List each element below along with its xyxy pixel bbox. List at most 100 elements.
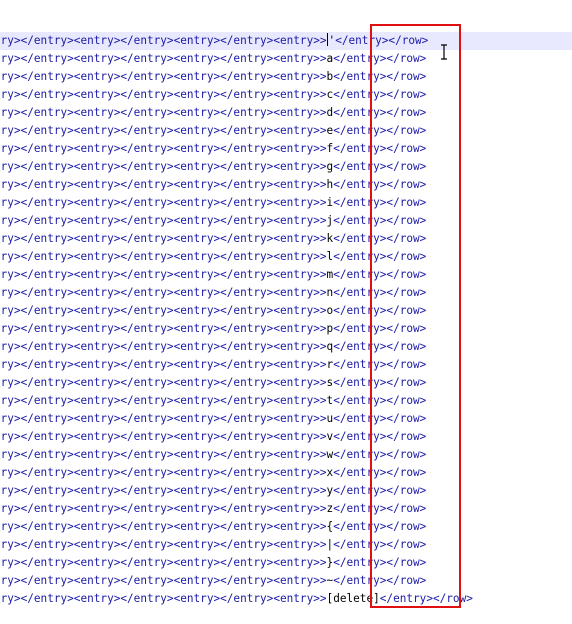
row-close-tag: </row> [386, 448, 427, 461]
entry-close-tag: </entry> [333, 286, 387, 299]
entry-close-tag: </entry> [333, 448, 387, 461]
row-close-tag: </row> [386, 340, 427, 353]
row-close-tag: </row> [386, 232, 427, 245]
entry-close-tag: </entry> [333, 124, 387, 137]
code-line[interactable]: try></entry><entry></entry><entry></entr… [0, 320, 572, 338]
row-close-tag: </row> [386, 124, 427, 137]
row-close-tag: </row> [386, 214, 427, 227]
entry-value[interactable]: [delete] [327, 592, 380, 605]
code-line[interactable]: try></entry><entry></entry><entry></entr… [0, 482, 572, 500]
entry-tags: try></entry><entry></entry><entry></entr… [0, 106, 327, 119]
entry-close-tag: </entry> [333, 538, 387, 551]
code-line[interactable]: try></entry><entry></entry><entry></entr… [0, 446, 572, 464]
entry-close-tag: </entry> [333, 358, 387, 371]
code-line[interactable]: try></entry><entry></entry><entry></entr… [0, 194, 572, 212]
entry-tags: try></entry><entry></entry><entry></entr… [0, 358, 327, 371]
code-line[interactable]: try></entry><entry></entry><entry></entr… [0, 50, 572, 68]
row-close-tag: </row> [386, 106, 427, 119]
entry-close-tag: </entry> [333, 52, 387, 65]
entry-close-tag: </entry> [333, 232, 387, 245]
code-line[interactable]: try></entry><entry></entry><entry></entr… [0, 68, 572, 86]
entry-close-tag: </entry> [333, 214, 387, 227]
code-line[interactable]: try></entry><entry></entry><entry></entr… [0, 122, 572, 140]
entry-tags: try></entry><entry></entry><entry></entr… [0, 430, 327, 443]
code-line[interactable]: try></entry><entry></entry><entry></entr… [0, 140, 572, 158]
entry-close-tag: </entry> [333, 106, 387, 119]
code-line[interactable]: try></entry><entry></entry><entry></entr… [0, 266, 572, 284]
entry-tags: try></entry><entry></entry><entry></entr… [0, 196, 327, 209]
row-close-tag: </row> [386, 412, 427, 425]
row-close-tag: </row> [386, 520, 427, 533]
row-close-tag: </row> [386, 538, 427, 551]
code-line[interactable]: try></entry><entry></entry><entry></entr… [0, 428, 572, 446]
row-close-tag: </row> [386, 322, 427, 335]
code-line[interactable]: try></entry><entry></entry><entry></entr… [0, 464, 572, 482]
entry-close-tag: </entry> [333, 142, 387, 155]
entry-close-tag: </entry> [333, 502, 387, 515]
entry-tags: try></entry><entry></entry><entry></entr… [0, 538, 327, 551]
code-line[interactable]: try></entry><entry></entry><entry></entr… [0, 212, 572, 230]
entry-tags: try></entry><entry></entry><entry></entr… [0, 376, 327, 389]
entry-close-tag: </entry> [333, 466, 387, 479]
entry-close-tag: </entry> [379, 592, 433, 605]
row-close-tag: </row> [386, 556, 427, 569]
entry-close-tag: </entry> [333, 340, 387, 353]
entry-tags: try></entry><entry></entry><entry></entr… [0, 142, 327, 155]
entry-close-tag: </entry> [333, 196, 387, 209]
entry-close-tag: </entry> [333, 430, 387, 443]
entry-close-tag: </entry> [333, 304, 387, 317]
code-line[interactable]: try></entry><entry></entry><entry></entr… [0, 554, 572, 572]
row-close-tag: </row> [386, 502, 427, 515]
entry-tags: try></entry><entry></entry><entry></entr… [0, 160, 327, 173]
row-close-tag: </row> [386, 268, 427, 281]
code-line[interactable]: try></entry><entry></entry><entry></entr… [0, 302, 572, 320]
row-close-tag: </row> [386, 250, 427, 263]
code-line[interactable]: try></entry><entry></entry><entry></entr… [0, 104, 572, 122]
code-line[interactable]: try></entry><entry></entry><entry></entr… [0, 230, 572, 248]
code-line[interactable]: try></entry><entry></entry><entry></entr… [0, 410, 572, 428]
code-line[interactable]: try></entry><entry></entry><entry></entr… [0, 248, 572, 266]
code-line[interactable]: try></entry><entry></entry><entry></entr… [0, 518, 572, 536]
code-line[interactable]: try></entry><entry></entry><entry></entr… [0, 158, 572, 176]
entry-close-tag: </entry> [333, 556, 387, 569]
entry-tags: try></entry><entry></entry><entry></entr… [0, 448, 327, 461]
entry-tags: try></entry><entry></entry><entry></entr… [0, 322, 327, 335]
row-close-tag: </row> [386, 394, 427, 407]
text-caret [326, 33, 328, 46]
code-lines[interactable]: try></entry><entry></entry><entry></entr… [0, 32, 572, 608]
entry-close-tag: </entry> [333, 394, 387, 407]
entry-tags: try></entry><entry></entry><entry></entr… [0, 268, 327, 281]
code-line[interactable]: try></entry><entry></entry><entry></entr… [0, 536, 572, 554]
code-line[interactable]: try></entry><entry></entry><entry></entr… [0, 32, 572, 50]
entry-tags: try></entry><entry></entry><entry></entr… [0, 484, 327, 497]
xml-editor[interactable]: try></entry><entry></entry><entry></entr… [0, 0, 572, 624]
code-line[interactable]: try></entry><entry></entry><entry></entr… [0, 356, 572, 374]
entry-tags: try></entry><entry></entry><entry></entr… [0, 574, 327, 587]
entry-tags: try></entry><entry></entry><entry></entr… [0, 520, 327, 533]
code-line[interactable]: try></entry><entry></entry><entry></entr… [0, 392, 572, 410]
code-line[interactable]: try></entry><entry></entry><entry></entr… [0, 374, 572, 392]
entry-tags: try></entry><entry></entry><entry></entr… [0, 178, 327, 191]
entry-close-tag: </entry> [333, 322, 387, 335]
entry-tags: try></entry><entry></entry><entry></entr… [0, 232, 327, 245]
entry-tags: try></entry><entry></entry><entry></entr… [0, 250, 327, 263]
row-close-tag: </row> [386, 376, 427, 389]
code-line[interactable]: try></entry><entry></entry><entry></entr… [0, 572, 572, 590]
row-close-tag: </row> [386, 160, 427, 173]
entry-close-tag: </entry> [335, 34, 389, 47]
code-line[interactable]: try></entry><entry></entry><entry></entr… [0, 338, 572, 356]
code-line[interactable]: try></entry><entry></entry><entry></entr… [0, 500, 572, 518]
entry-tags: try></entry><entry></entry><entry></entr… [0, 556, 327, 569]
code-line[interactable]: try></entry><entry></entry><entry></entr… [0, 590, 572, 608]
row-close-tag: </row> [386, 304, 427, 317]
code-line[interactable]: try></entry><entry></entry><entry></entr… [0, 284, 572, 302]
entry-close-tag: </entry> [333, 520, 387, 533]
entry-close-tag: </entry> [333, 160, 387, 173]
code-line[interactable]: try></entry><entry></entry><entry></entr… [0, 176, 572, 194]
code-line[interactable]: try></entry><entry></entry><entry></entr… [0, 86, 572, 104]
entry-close-tag: </entry> [333, 376, 387, 389]
row-close-tag: </row> [386, 430, 427, 443]
entry-close-tag: </entry> [333, 574, 387, 587]
entry-tags: try></entry><entry></entry><entry></entr… [0, 340, 327, 353]
row-close-tag: </row> [432, 592, 473, 605]
